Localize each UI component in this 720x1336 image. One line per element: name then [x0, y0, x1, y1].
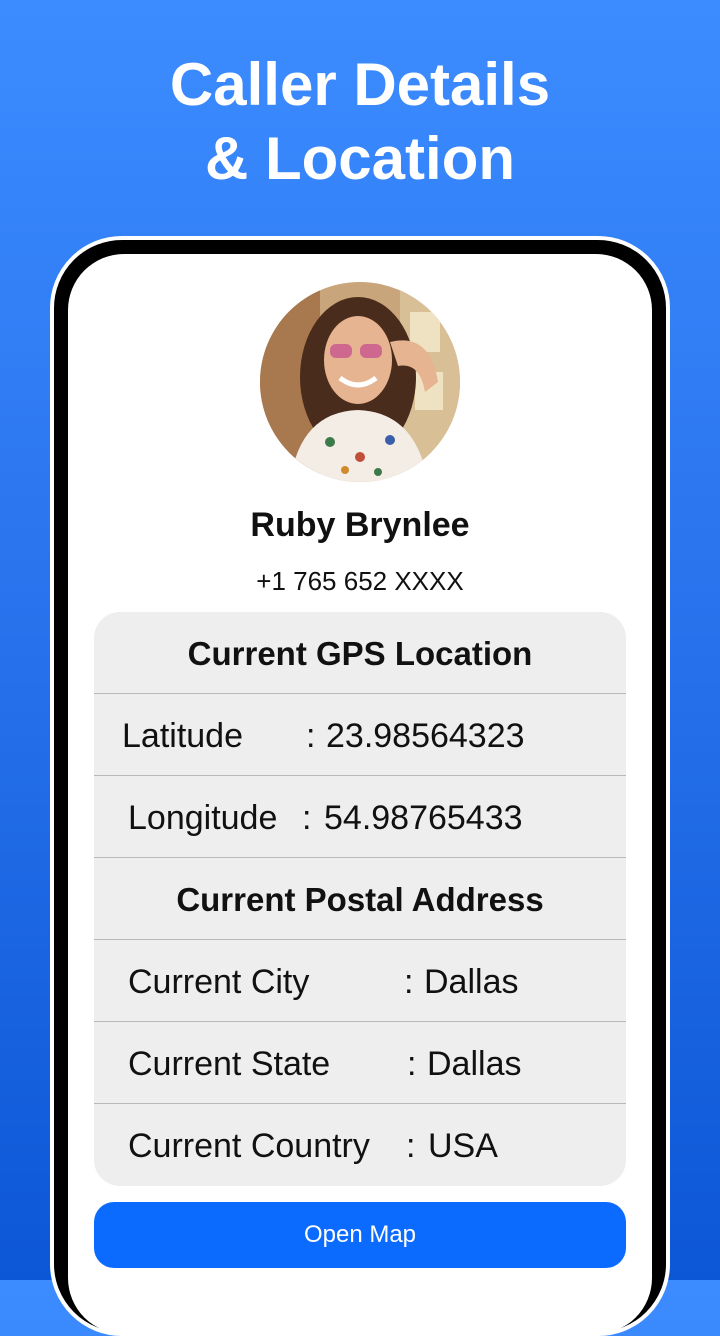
postal-section-header: Current Postal Address	[94, 858, 626, 940]
country-row: Current Country : USA	[94, 1104, 626, 1186]
latitude-value: 23.98564323	[326, 717, 525, 755]
longitude-value: 54.98765433	[324, 799, 523, 837]
state-value: Dallas	[427, 1045, 522, 1083]
latitude-separator: :	[306, 717, 316, 755]
longitude-row: Longitude : 54.98765433	[94, 776, 626, 858]
avatar	[260, 282, 460, 482]
caller-phone-number: +1 765 652 XXXX	[256, 566, 464, 596]
longitude-label: Longitude	[128, 799, 278, 837]
gps-section-title: Current GPS Location	[187, 635, 533, 672]
location-details-card: Current GPS Location Latitude : 23.98564…	[94, 612, 626, 1186]
state-separator: :	[407, 1045, 417, 1083]
phone-screen: Ruby Brynlee +1 765 652 XXXX Current GPS…	[68, 254, 652, 1334]
country-separator: :	[406, 1127, 416, 1165]
open-map-button[interactable]: Open Map	[94, 1202, 626, 1268]
headline-line-2: & Location	[205, 125, 515, 192]
headline-line-1: Caller Details	[169, 51, 551, 118]
promo-headline: Caller Details & Location	[0, 48, 720, 196]
latitude-row: Latitude : 23.98564323	[94, 694, 626, 776]
state-label: Current State	[128, 1045, 331, 1083]
latitude-label: Latitude	[122, 717, 243, 755]
gps-section-header: Current GPS Location	[94, 612, 626, 694]
city-value: Dallas	[424, 963, 519, 1001]
longitude-separator: :	[302, 799, 312, 837]
city-label: Current City	[128, 963, 310, 1001]
postal-section-title: Current Postal Address	[176, 881, 544, 918]
state-row: Current State : Dallas	[94, 1022, 626, 1104]
country-label: Current Country	[128, 1127, 370, 1165]
caller-name: Ruby Brynlee	[250, 506, 470, 544]
avatar-photo	[260, 282, 460, 482]
city-separator: :	[404, 963, 414, 1001]
country-value: USA	[428, 1127, 498, 1165]
phone-frame: Ruby Brynlee +1 765 652 XXXX Current GPS…	[50, 236, 670, 1336]
city-row: Current City : Dallas	[94, 940, 626, 1022]
